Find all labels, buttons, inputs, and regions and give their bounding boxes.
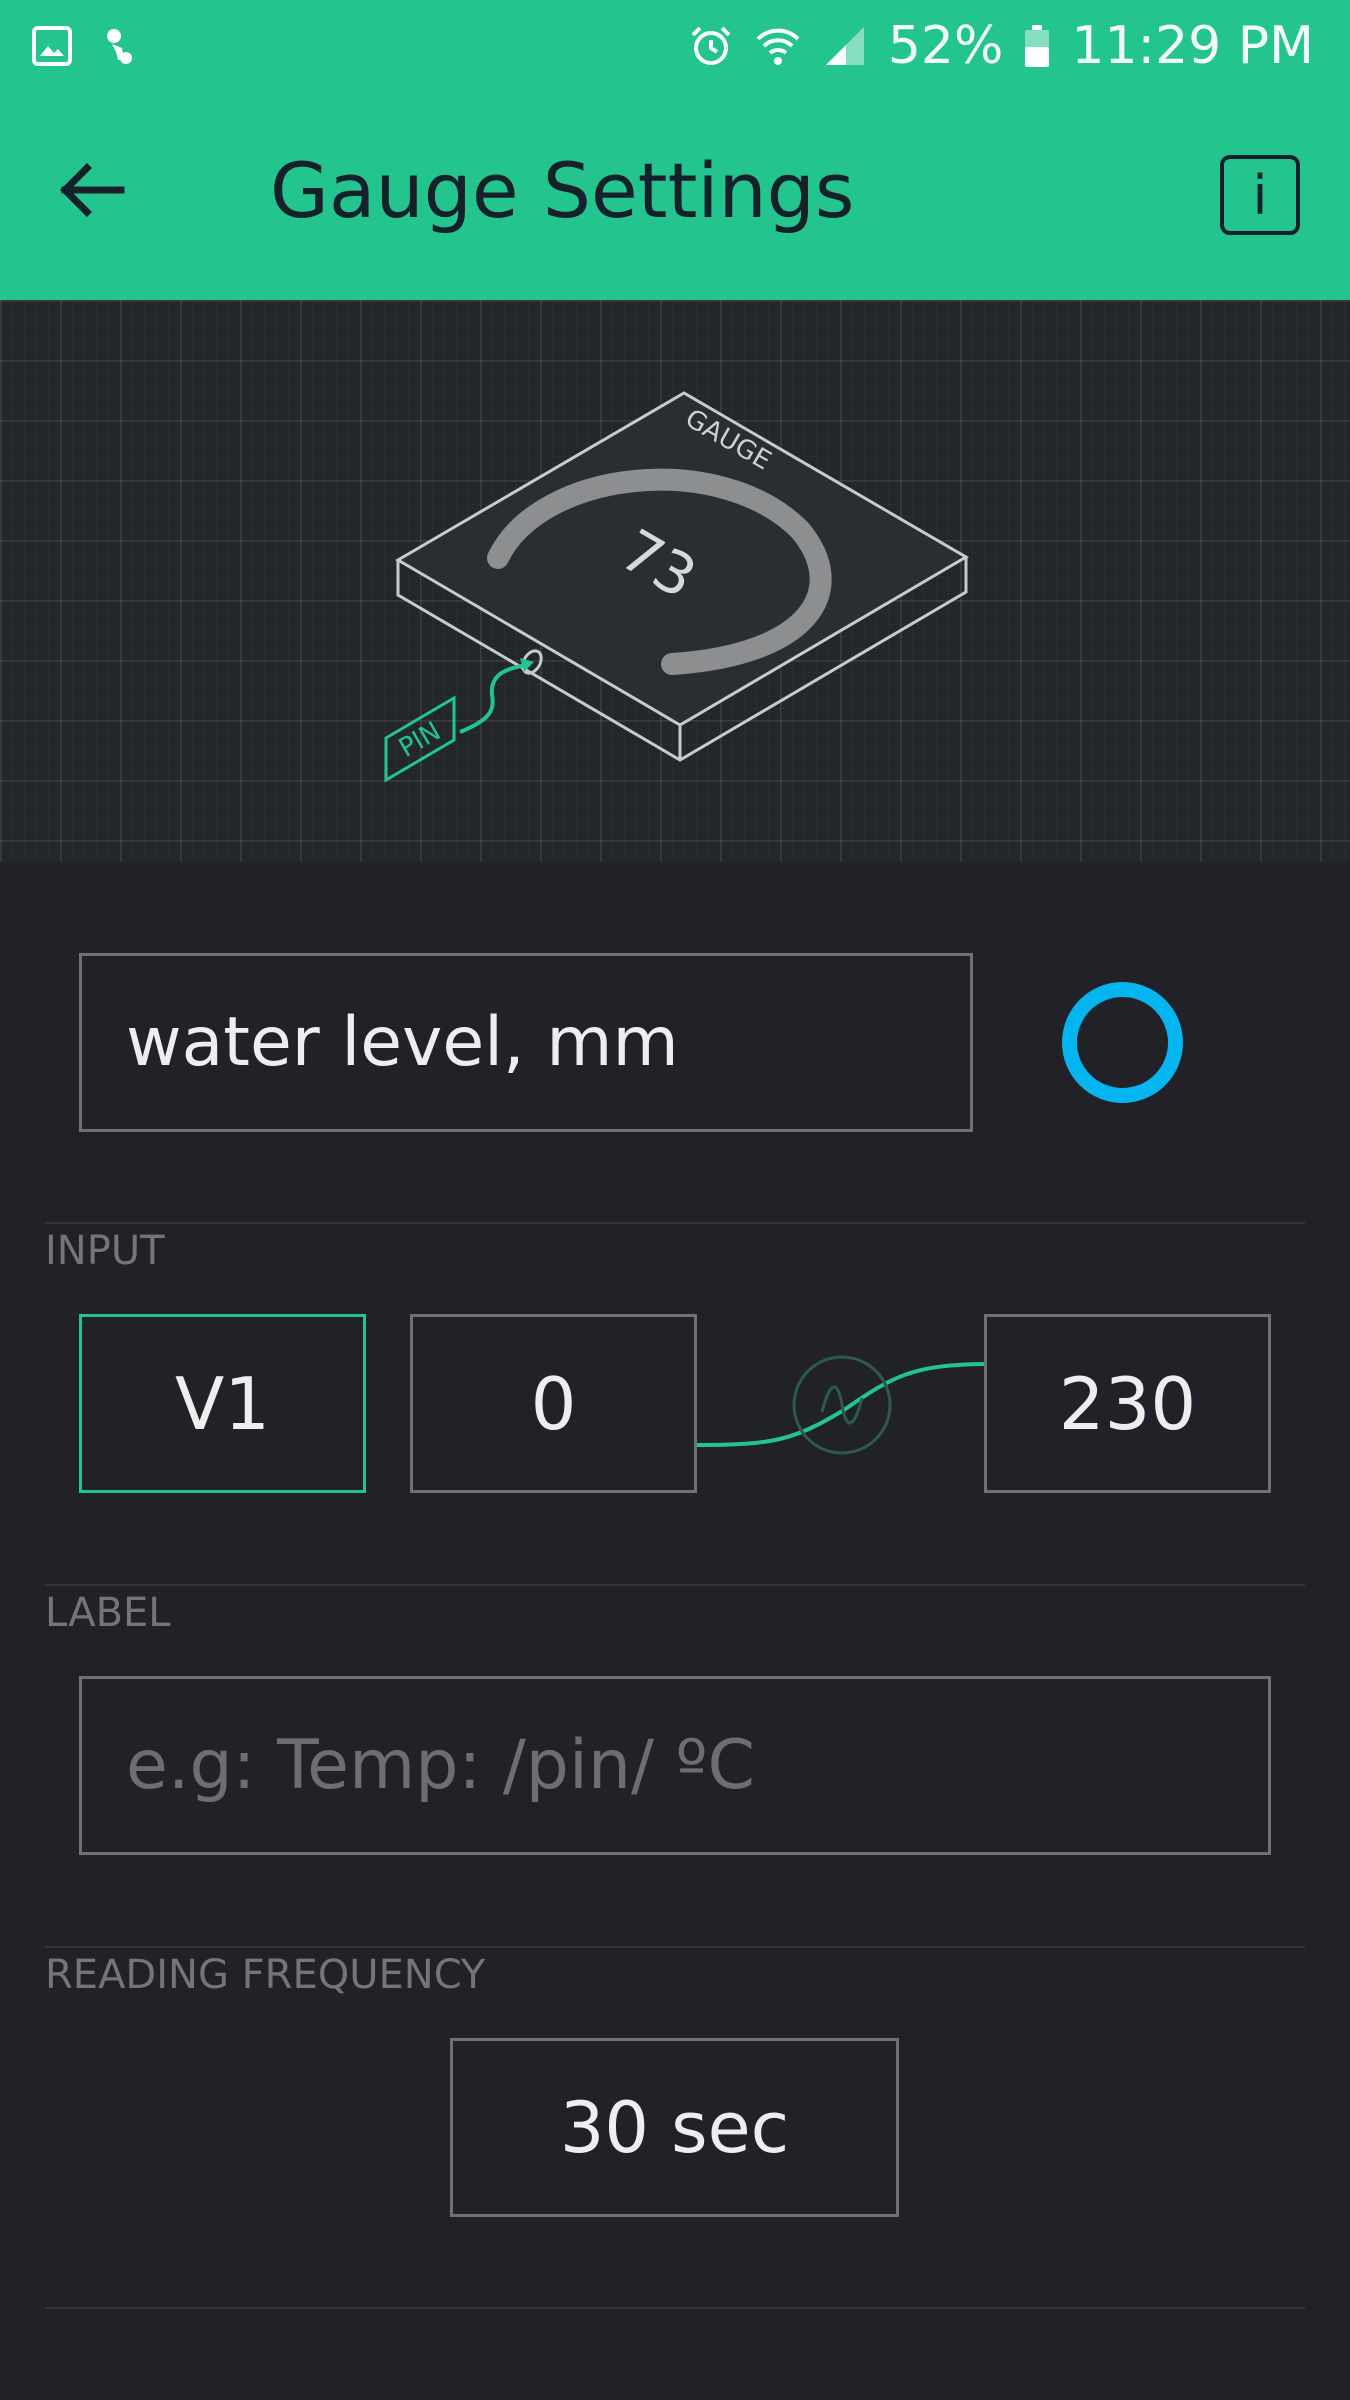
max-value-input[interactable]: 230 [984, 1314, 1271, 1493]
pin-select-button[interactable]: V1 [79, 1314, 366, 1493]
info-icon: i [1252, 163, 1268, 227]
signal-icon [822, 23, 868, 69]
mapping-curve-icon[interactable] [694, 1300, 994, 1500]
label-section-label: LABEL [45, 1590, 171, 1636]
back-arrow-icon [60, 163, 125, 217]
wifi-icon [754, 23, 802, 69]
battery-percent: 52% [887, 16, 1004, 76]
reading-frequency-section-label: READING FREQUENCY [45, 1952, 486, 1998]
widget-name-input[interactable]: water level, mm [79, 953, 973, 1132]
battery-icon [1023, 23, 1051, 69]
divider [45, 1584, 1305, 1586]
label-input[interactable]: e.g: Temp: /pin/ ºC [79, 1676, 1271, 1855]
input-section-label: INPUT [45, 1228, 165, 1274]
status-indicators: 52% 11:29 PM [688, 16, 1314, 76]
app-notification-icon [102, 24, 138, 68]
pin-tag-label: PIN [394, 716, 446, 763]
divider [45, 2307, 1305, 2309]
alarm-icon [688, 23, 734, 69]
gauge-widget-illustration: 73 GAUGE PIN [384, 391, 969, 783]
reading-frequency-select[interactable]: 30 sec [450, 2038, 899, 2217]
status-notifications [30, 24, 138, 68]
color-picker-button[interactable] [1062, 982, 1183, 1103]
clock: 11:29 PM [1071, 16, 1314, 76]
divider [45, 1222, 1305, 1224]
widget-preview: 73 GAUGE PIN [0, 300, 1350, 862]
gauge-settings-screen: 52% 11:29 PM Gauge Settings i 73 GAUGE P… [0, 0, 1350, 2400]
info-button[interactable]: i [1220, 155, 1300, 235]
divider [45, 1946, 1305, 1948]
page-title: Gauge Settings [270, 146, 855, 235]
app-header: Gauge Settings i [0, 92, 1350, 300]
min-value-input[interactable]: 0 [410, 1314, 697, 1493]
status-bar: 52% 11:29 PM [0, 0, 1350, 92]
gallery-notification-icon [30, 24, 74, 68]
back-button[interactable] [52, 150, 132, 230]
